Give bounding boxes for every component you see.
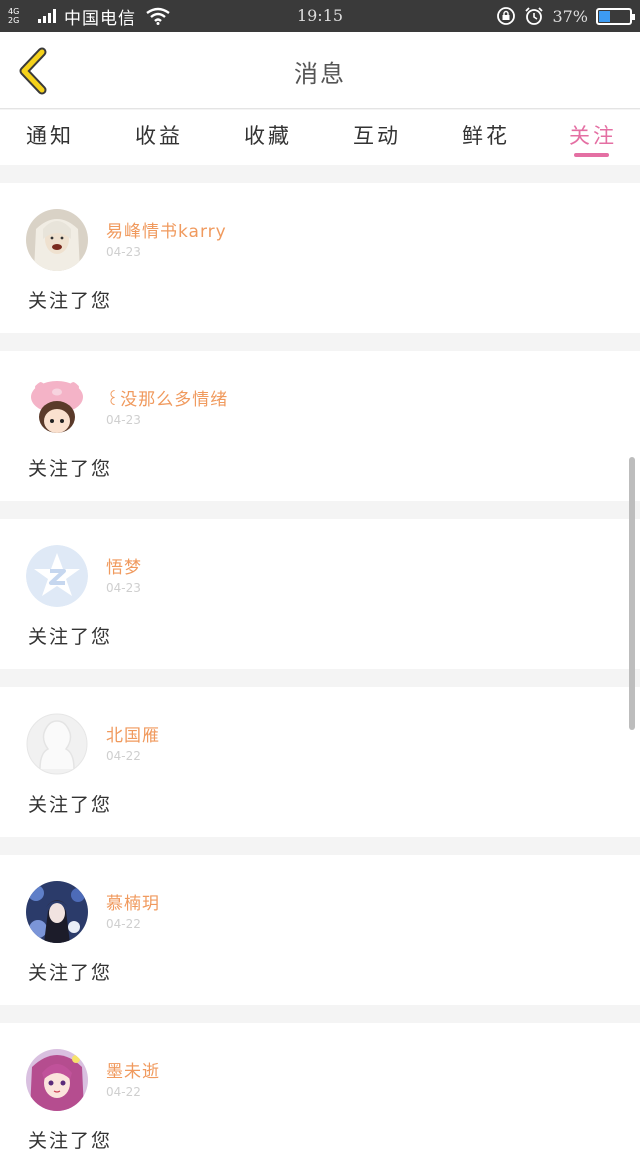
action-text: 关注了您 [28,962,113,984]
date: 04-23 [106,581,141,595]
action-text: 关注了您 [28,290,113,312]
active-tab-indicator [574,153,609,157]
date: 04-22 [106,1085,141,1099]
lock-rotation-icon [497,7,516,25]
action-text: 关注了您 [28,458,113,480]
tab-flowers[interactable]: 鲜花 [462,120,510,150]
list-item[interactable]: 北国雁 04-22 关注了您 [0,687,640,837]
avatar[interactable] [26,209,88,271]
date: 04-23 [106,245,141,259]
list-item[interactable]: 易峰情书karry 04-23 关注了您 [0,183,640,333]
username[interactable]: ꒰没那么多情绪 [106,385,228,410]
date: 04-22 [106,749,141,763]
username[interactable]: 易峰情书karry [106,217,227,242]
username[interactable]: 悟梦 [106,553,142,578]
tab-earnings[interactable]: 收益 [135,120,183,150]
username[interactable]: 北国雁 [106,721,160,746]
tab-favorites[interactable]: 收藏 [244,120,292,150]
avatar[interactable] [26,545,88,607]
alarm-icon [525,7,544,25]
page-title: 消息 [294,60,346,88]
action-text: 关注了您 [28,1130,113,1152]
action-text: 关注了您 [28,626,113,648]
date: 04-22 [106,917,141,931]
scrollbar[interactable] [629,457,635,730]
date: 04-23 [106,413,141,427]
battery-level [599,10,610,22]
username[interactable]: 慕楠玥 [106,889,160,914]
action-text: 关注了您 [28,794,113,816]
avatar[interactable] [26,881,88,943]
list-item[interactable]: 悟梦 04-23 关注了您 [0,519,640,669]
avatar[interactable] [26,1049,88,1111]
battery-icon [596,7,635,25]
list-item[interactable]: 墨未逝 04-22 关注了您 [0,1023,640,1173]
tab-follow[interactable]: 关注 [569,120,617,150]
list-item[interactable]: 慕楠玥 04-22 关注了您 [0,855,640,1005]
tab-interaction[interactable]: 互动 [353,120,401,150]
list-item[interactable]: ꒰没那么多情绪 04-23 关注了您 [0,351,640,501]
avatar[interactable] [26,377,88,439]
username[interactable]: 墨未逝 [106,1057,160,1082]
battery-percent: 37% [552,6,588,26]
avatar[interactable] [26,713,88,775]
tab-bar: 通知 收益 收藏 互动 鲜花 关注 [0,110,640,165]
tab-notice[interactable]: 通知 [26,120,74,150]
status-bar: 4G 2G 中国电信 19:15 37% [0,0,640,32]
app-header: 消息 [0,32,640,109]
